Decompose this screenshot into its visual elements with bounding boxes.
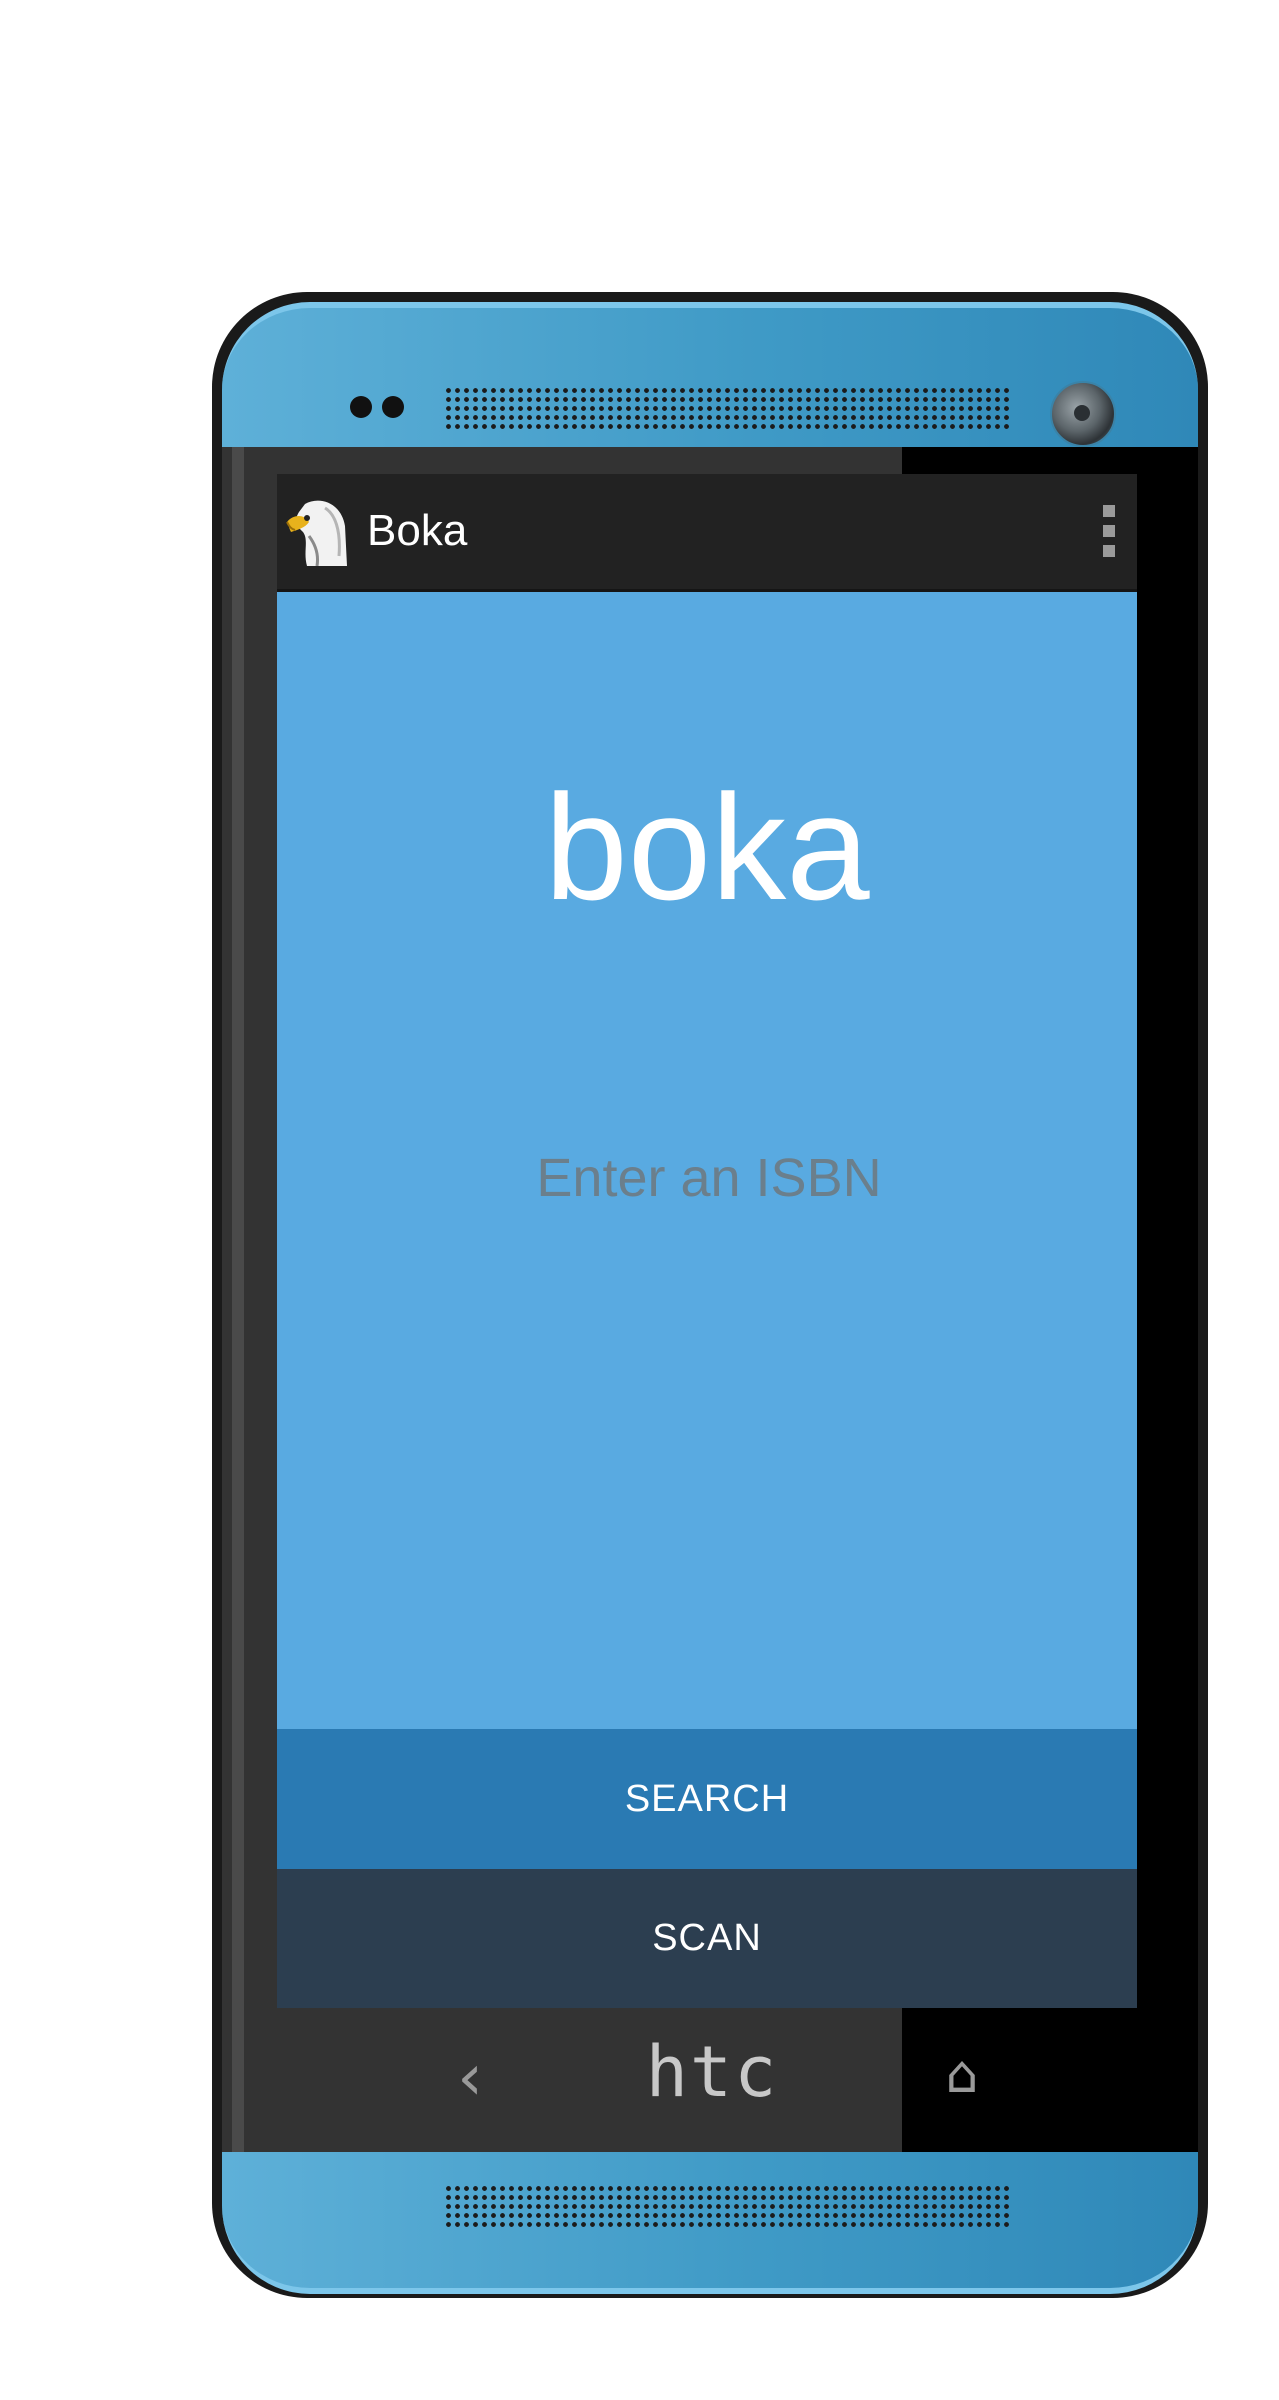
phone-top-shell bbox=[222, 302, 1198, 463]
sensor-dot bbox=[382, 396, 404, 418]
device-nav-bar: ‹ htc ⌂ bbox=[222, 2008, 1198, 2162]
home-icon[interactable]: ⌂ bbox=[932, 2040, 992, 2110]
sensor-dot bbox=[350, 396, 372, 418]
bezel-edge bbox=[232, 447, 244, 2162]
app-title: Boka bbox=[367, 506, 468, 555]
eagle-icon[interactable] bbox=[285, 496, 349, 566]
isbn-input[interactable] bbox=[457, 1132, 961, 1224]
phone-bottom-shell bbox=[222, 2152, 1198, 2294]
bottom-speaker bbox=[444, 2184, 1012, 2228]
overflow-menu-icon[interactable] bbox=[1089, 499, 1129, 565]
scan-button[interactable]: SCAN bbox=[277, 1869, 1137, 2008]
action-bar: Boka bbox=[277, 474, 1137, 592]
earpiece-speaker bbox=[444, 386, 1012, 430]
back-icon[interactable]: ‹ bbox=[440, 2038, 500, 2118]
front-camera-icon bbox=[1050, 381, 1116, 447]
brand-logo: htc bbox=[645, 2031, 779, 2113]
phone-device: ‹ htc ⌂ Boka boka SEAR bbox=[212, 292, 1208, 2298]
main-content: boka bbox=[277, 592, 1137, 1612]
search-button[interactable]: SEARCH bbox=[277, 1729, 1137, 1869]
app-screen: Boka boka SEARCH SCAN bbox=[277, 474, 1137, 2008]
app-logo-text: boka bbox=[544, 763, 870, 931]
